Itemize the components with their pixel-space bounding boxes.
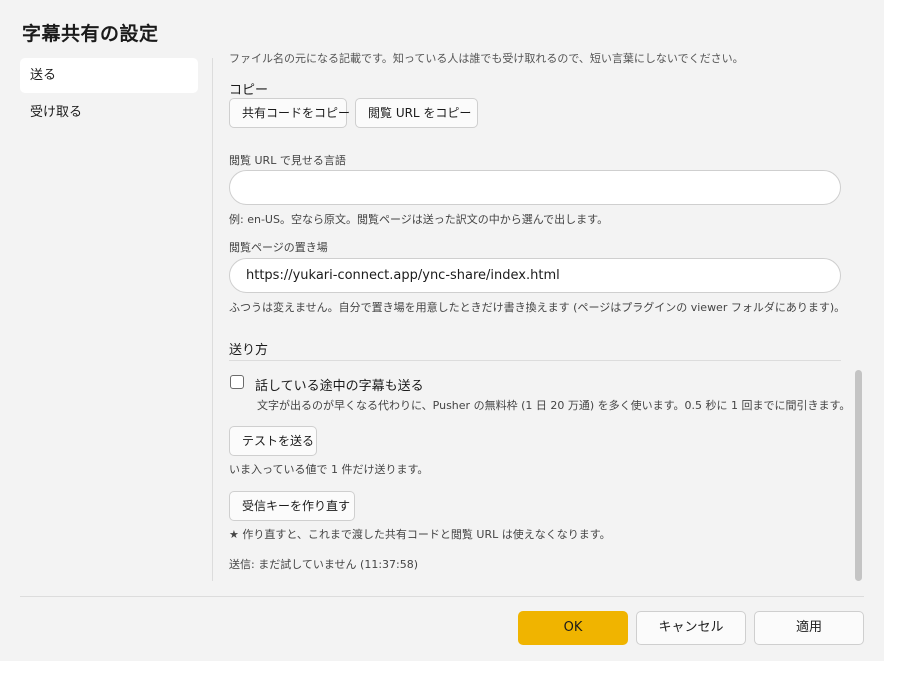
sidebar-nav: 送る 受け取る [20,58,198,132]
viewer-location-input[interactable]: https://yukari-connect.app/ync-share/ind… [229,258,841,293]
dialog-title: 字幕共有の設定 [22,23,159,45]
sidebar-item-receive[interactable]: 受け取る [20,95,198,130]
content-scrollbar[interactable] [855,370,862,581]
cancel-button[interactable]: キャンセル [636,611,746,645]
send-test-button[interactable]: テストを送る [229,426,317,456]
interim-captions-hint: 文字が出るのが早くなる代わりに、Pusher の無料枠 (1 日 20 万通) … [257,399,851,412]
interim-captions-checkbox[interactable] [230,375,244,389]
viewer-location-label: 閲覧ページの置き場 [229,241,328,254]
viewer-location-hint: ふつうは変えません。自分で置き場を用意したときだけ書き換えます (ページはプラグ… [229,301,846,314]
send-settings-panel: ファイル名の元になる記載です。知っている人は誰でも受け取れるので、短い言葉にしな… [213,46,863,581]
ok-button[interactable]: OK [518,611,628,645]
regenerate-key-hint: ★ 作り直すと、これまで渡した共有コードと閲覧 URL は使えなくなります。 [229,528,611,541]
clipped-description: ファイル名の元になる記載です。知っている人は誰でも受け取れるので、短い言葉にしな… [229,52,744,65]
settings-dialog: 字幕共有の設定 送る 受け取る ファイル名の元になる記載です。知っている人は誰で… [0,0,884,661]
view-language-label: 閲覧 URL で見せる言語 [229,154,346,167]
regenerate-key-button[interactable]: 受信キーを作り直す [229,491,355,521]
interim-captions-label[interactable]: 話している途中の字幕も送る [255,375,424,394]
send-test-hint: いま入っている値で 1 件だけ送ります。 [229,463,429,476]
apply-button[interactable]: 適用 [754,611,864,645]
view-language-hint: 例: en-US。空なら原文。閲覧ページは送った訳文の中から選んで出します。 [229,213,609,226]
send-status-text: 送信: まだ試していません (11:37:58) [229,558,419,571]
view-language-input[interactable] [229,170,841,205]
sidebar-item-send[interactable]: 送る [20,58,198,93]
footer-divider [20,596,864,597]
copy-section-label: コピー [229,83,269,98]
copy-view-url-button[interactable]: 閲覧 URL をコピー [355,98,478,128]
send-method-label: 送り方 [229,343,269,358]
send-method-divider [229,360,841,361]
copy-share-code-button[interactable]: 共有コードをコピー [229,98,350,128]
